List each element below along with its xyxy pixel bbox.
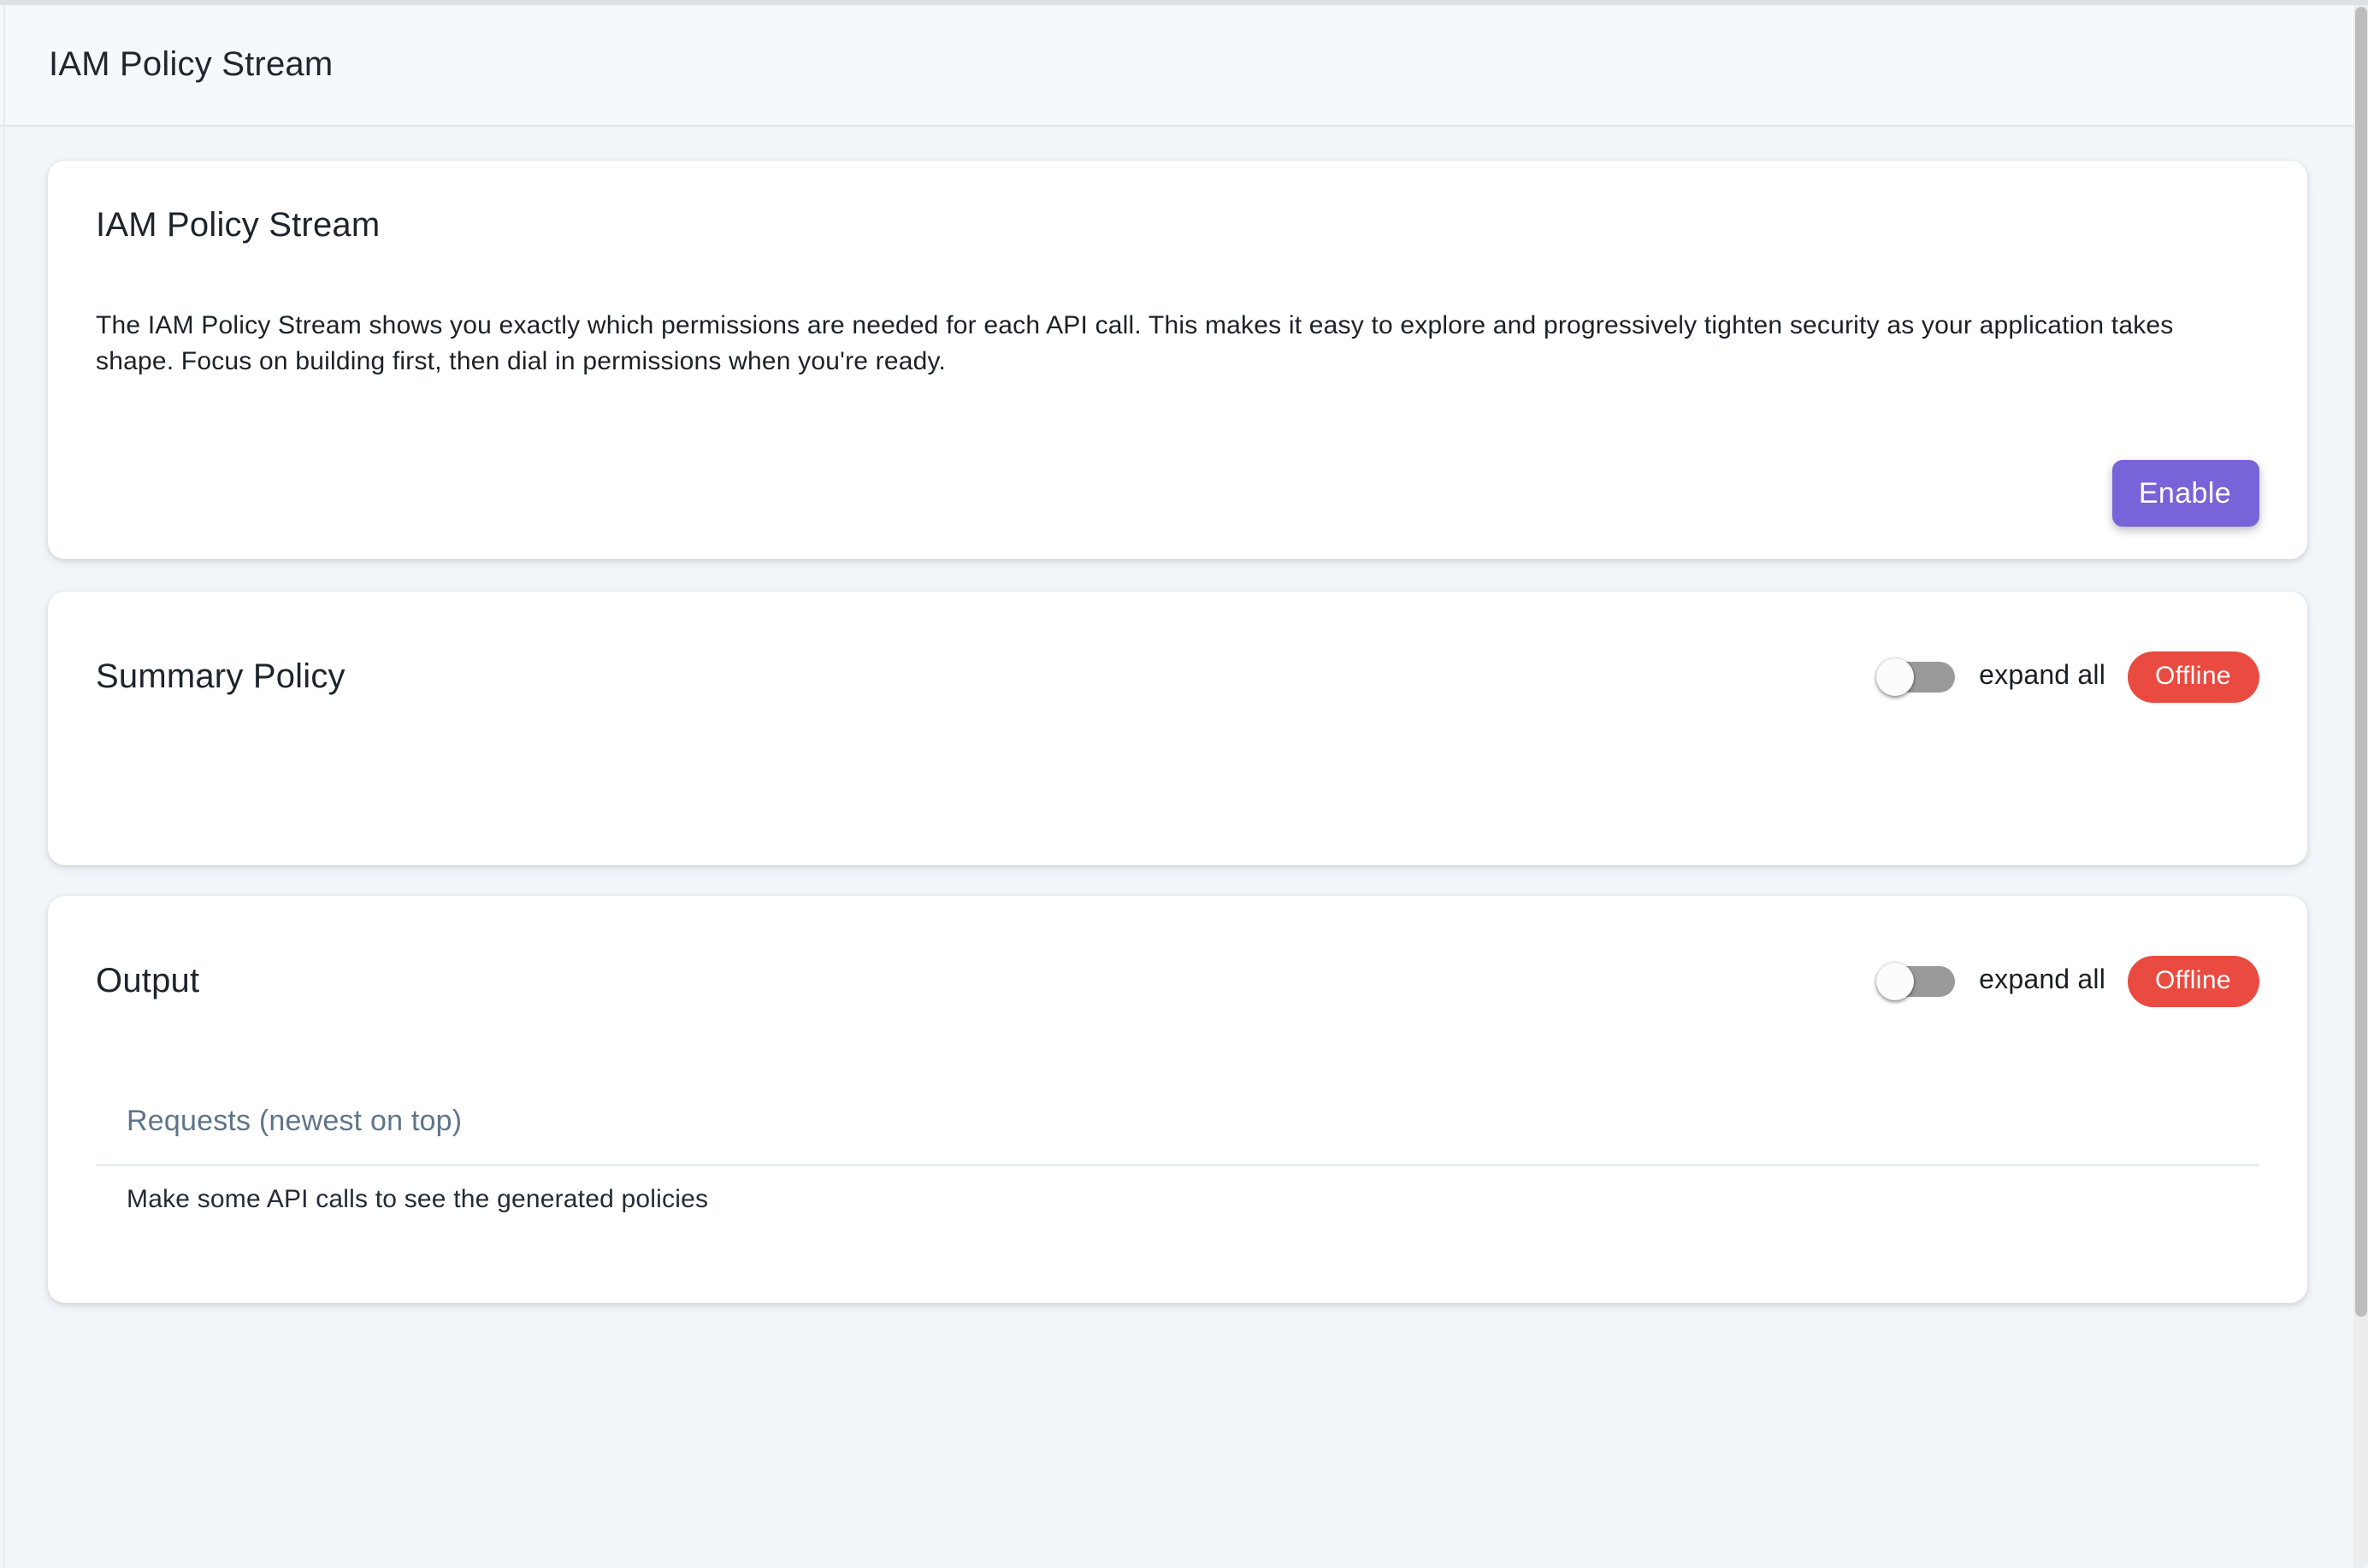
output-controls: expand all Offline [1880,955,2259,1006]
window-left-edge [3,5,5,1568]
window-top-edge [0,0,2368,5]
output-expand-all-label[interactable]: expand all [1979,965,2105,996]
toggle-knob [1876,657,1914,695]
toggle-knob [1876,962,1914,999]
intro-card-actions: Enable [96,460,2259,527]
summary-policy-header-row: Summary Policy expand all Offline [96,643,2259,710]
requests-divider [96,1164,2259,1166]
page-title: IAM Policy Stream [49,43,333,87]
intro-card-heading: IAM Policy Stream [96,197,2259,252]
enable-button[interactable]: Enable [2111,460,2259,527]
summary-policy-controls: expand all Offline [1880,651,2259,702]
requests-empty-message: Make some API calls to see the generated… [96,1182,2259,1217]
summary-expand-all-label[interactable]: expand all [1979,661,2105,692]
requests-section: Requests (newest on top) Make some API c… [96,1098,2259,1217]
intro-card: IAM Policy Stream The IAM Policy Stream … [48,160,2306,559]
summary-policy-heading: Summary Policy [96,649,345,704]
page-viewport: IAM Policy Stream IAM Policy Stream The … [0,0,2368,1568]
output-header-row: Output expand all Offline [96,947,2259,1014]
summary-policy-card: Summary Policy expand all Offline [48,592,2306,865]
intro-card-description: The IAM Policy Stream shows you exactly … [96,307,2259,380]
app-header: IAM Policy Stream [0,5,2368,127]
summary-status-badge: Offline [2128,651,2259,702]
vertical-scrollbar[interactable] [2353,5,2368,1568]
summary-expand-all-toggle[interactable] [1880,654,1955,699]
main-content: IAM Policy Stream The IAM Policy Stream … [0,128,2368,1568]
scrollbar-thumb[interactable] [2354,7,2367,1317]
output-status-badge: Offline [2128,955,2259,1006]
output-card: Output expand all Offline Requests (newe… [48,896,2306,1303]
output-expand-all-toggle[interactable] [1880,958,1955,1003]
requests-heading: Requests (newest on top) [96,1098,2259,1144]
output-heading: Output [96,953,199,1008]
